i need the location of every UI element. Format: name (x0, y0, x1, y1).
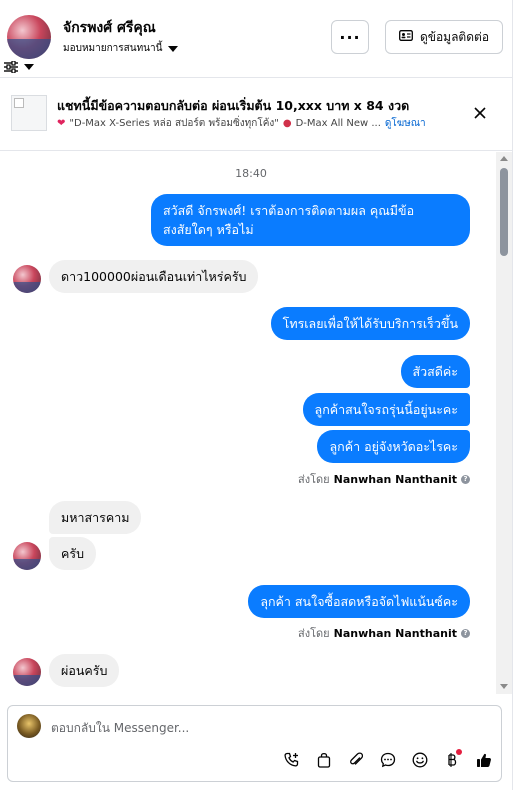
scrollbar-thumb[interactable] (500, 168, 508, 256)
conversation-header: จักรพงศ์ ศรีคุณ มอบหมายการสนทนานี้ ··· ด… (0, 0, 512, 78)
settings-sliders-icon[interactable] (4, 59, 40, 75)
more-options-button[interactable]: ··· (331, 20, 369, 54)
sent-by-name: Nanwhan Nanthanit (333, 472, 457, 486)
sent-by-prefix: ส่งโดย (298, 627, 330, 640)
view-contact-info-button[interactable]: ดูข้อมูลติดต่อ (385, 20, 503, 54)
outgoing-message[interactable]: ลูกค้าสนใจรถรุ่นนี้อยู่นะคะ (302, 393, 470, 426)
close-icon[interactable] (470, 103, 490, 123)
outgoing-message[interactable]: ลูกค้า อยู่จังหวัดอะไรคะ (317, 430, 470, 463)
assign-conversation-label: มอบหมายการสนทนานี้ (63, 43, 163, 54)
contact-avatar[interactable] (13, 658, 41, 686)
scroll-down-arrow-icon[interactable] (500, 684, 508, 689)
caret-down-icon[interactable] (24, 64, 34, 70)
sent-by-prefix: ส่งโดย (298, 473, 330, 486)
assign-conversation-dropdown[interactable]: มอบหมายการสนทนานี้ (63, 41, 179, 56)
view-ad-link[interactable]: ดูโฆษณา (385, 116, 426, 131)
saved-replies-icon[interactable] (372, 748, 404, 772)
emoji-icon[interactable] (404, 748, 436, 772)
car-emoji-icon: ● (282, 118, 292, 129)
contact-name[interactable]: จักรพงศ์ ศรีคุณ (63, 17, 156, 39)
outgoing-message[interactable]: สัวสดีค่ะ (400, 355, 470, 388)
outgoing-message[interactable]: สวัสดี จักรพงศ์! เราต้องการติดตามผล คุณม… (151, 194, 470, 246)
attachment-icon[interactable] (340, 748, 372, 772)
message-text: สวัสดี จักรพงศ์! เราต้องการติดตามผล คุณม… (163, 203, 415, 218)
sent-by-name: Nanwhan Nanthanit (333, 626, 457, 640)
sent-by-label: ส่งโดย Nanwhan Nanthanit ? (298, 624, 470, 642)
composer-toolbar (276, 748, 500, 772)
outgoing-message[interactable]: ลุกค้า สนใจซื้อสดหรือจัดไฟแน้นซ์คะ (248, 585, 470, 618)
sent-by-label: ส่งโดย Nanwhan Nanthanit ? (298, 470, 470, 488)
call-icon[interactable] (276, 748, 308, 772)
info-icon[interactable]: ? (461, 474, 470, 484)
ad-text-2: D-Max All New ... (295, 118, 381, 129)
ad-details: ❤ "D-Max X-Series หล่อ สปอร์ต พร้อมซิ่งท… (57, 116, 426, 131)
contact-avatar[interactable] (7, 15, 51, 59)
ad-thumbnail (11, 95, 47, 131)
outgoing-message[interactable]: โทรเลยเพื่อให้ได้รับบริการเร็วขึ้น (270, 307, 470, 340)
page-avatar (17, 714, 41, 738)
contact-avatar[interactable] (13, 265, 41, 293)
ad-banner-title: แชทนี้มีข้อความตอบกลับต่อ ผ่อนเริ่มต้น 1… (57, 98, 410, 113)
thumbs-up-icon[interactable] (468, 748, 500, 772)
message-timestamp: 18:40 (235, 167, 267, 180)
message-composer (7, 705, 502, 782)
heart-emoji-icon: ❤ (57, 118, 66, 129)
incoming-message[interactable]: ผ่อนครับ (49, 654, 120, 687)
incoming-message[interactable]: มหาสารคาม (49, 501, 142, 534)
view-contact-info-label: ดูข้อมูลติดต่อ (419, 29, 490, 44)
info-icon[interactable]: ? (461, 628, 470, 638)
ad-reply-banner: แชทนี้มีข้อความตอบกลับต่อ ผ่อนเริ่มต้น 1… (0, 79, 512, 151)
ad-text-1: "D-Max X-Series หล่อ สปอร์ต พร้อมซิ่งทุก… (69, 118, 279, 129)
notification-dot (456, 749, 462, 755)
reply-input[interactable] (51, 717, 471, 739)
incoming-message[interactable]: ครับ (49, 537, 97, 570)
scroll-up-arrow-icon[interactable] (500, 156, 508, 161)
message-text: สงสัยใดๆ หรือไม่ (163, 222, 254, 237)
shopping-bag-icon[interactable] (308, 748, 340, 772)
payment-icon[interactable] (436, 748, 468, 772)
incoming-message[interactable]: ดาว100000ผ่อนเดือนเท่าไหร่ครับ (49, 260, 259, 293)
panel-edge (512, 0, 524, 790)
caret-down-icon (168, 45, 179, 52)
contact-card-icon (399, 30, 413, 44)
contact-avatar[interactable] (13, 542, 41, 570)
